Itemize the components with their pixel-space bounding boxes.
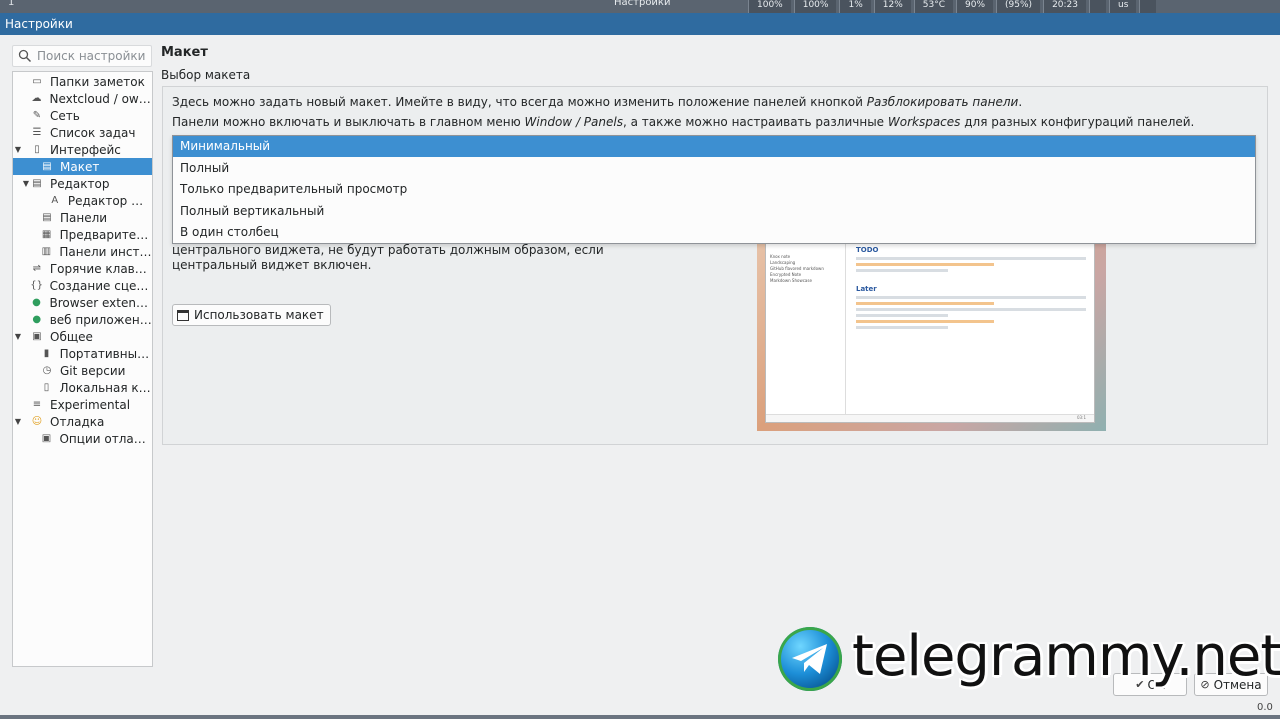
telegram-logo-icon xyxy=(778,627,842,691)
system-panel: 1 Настройки 100% 100% 1% 12% 53°C 90% (9… xyxy=(0,0,1280,13)
layout-icon: ▤ xyxy=(42,161,52,172)
sidebar-item-toolbars[interactable]: ▥ Панели инстр... xyxy=(13,243,152,260)
preview-note-body: TODO Later xyxy=(856,246,1086,332)
layout-info-text: центрального виджета, не будут работать … xyxy=(172,243,604,272)
general-icon: ▣ xyxy=(32,331,42,342)
trash-icon: ▯ xyxy=(43,382,50,393)
settings-tree[interactable]: ▭ Папки заметок ☁ Nextcloud / own... ✎ С… xyxy=(12,71,153,667)
sidebar-item-experimental[interactable]: ≡ Experimental xyxy=(13,396,152,413)
sidebar-item-portable[interactable]: ▮ Портативный... xyxy=(13,345,152,362)
cloud-icon: ☁ xyxy=(31,93,42,104)
tray-clock[interactable]: 20:23 xyxy=(1043,0,1086,13)
layout-option-full-vertical[interactable]: Полный вертикальный xyxy=(173,201,1255,222)
settings-search[interactable] xyxy=(12,45,152,67)
tray-memory[interactable]: 12% xyxy=(873,0,911,13)
preview-window: Knox note Landscaping GitHub flavored ma… xyxy=(765,243,1095,423)
tray-volume[interactable]: 100% xyxy=(748,0,791,13)
sidebar-item-task-list[interactable]: ☰ Список задач xyxy=(13,124,152,141)
sidebar-item-web-app[interactable]: ● веб приложение xyxy=(13,311,152,328)
preview-status-bar: 03:1 xyxy=(766,414,1094,422)
preview-note-list: Knox note Landscaping GitHub flavored ma… xyxy=(766,244,846,414)
folder-icon: ▭ xyxy=(32,76,42,87)
interface-icon: ▯ xyxy=(34,144,40,155)
layout-description: Здесь можно задать новый макет. Имейте в… xyxy=(172,95,1023,109)
preview-icon: ▦ xyxy=(41,229,52,240)
toolbar-icon: ▥ xyxy=(41,246,52,257)
sidebar-item-interface[interactable]: ▼ ▯ Интерфейс xyxy=(13,141,152,158)
search-input[interactable] xyxy=(37,48,149,64)
tray-brightness[interactable]: 100% xyxy=(793,0,837,13)
corner-text: 0.0 xyxy=(1257,702,1273,713)
shortcuts-icon: ⇌ xyxy=(32,263,41,274)
workspace-number[interactable]: 1 xyxy=(8,0,14,8)
sidebar-item-scripting[interactable]: {} Создание сцен... xyxy=(13,277,152,294)
tray-wifi[interactable]: (95%) xyxy=(996,0,1041,13)
debug-options-icon: ▣ xyxy=(41,433,52,444)
tray-battery[interactable]: 90% xyxy=(956,0,994,13)
sidebar-item-editor[interactable]: ▼ ▤ Редактор xyxy=(13,175,152,192)
layout-option-single-column[interactable]: В один столбец xyxy=(173,222,1255,243)
bottom-panel-strip xyxy=(0,715,1280,719)
sidebar-item-shortcuts[interactable]: ⇌ Горячие клави... xyxy=(13,260,152,277)
debug-icon: ☺ xyxy=(31,416,43,427)
window-titlebar[interactable]: Настройки xyxy=(0,13,1280,35)
task-list-icon: ☰ xyxy=(32,127,42,138)
sidebar-item-editor-fonts[interactable]: A Редактор ш... xyxy=(13,192,152,209)
panels-icon: ▤ xyxy=(42,212,52,223)
use-layout-button[interactable]: Использовать макет xyxy=(172,304,331,326)
sidebar-item-panels[interactable]: ▤ Панели xyxy=(13,209,152,226)
portable-icon: ▮ xyxy=(43,348,50,359)
panels-description: Панели можно включать и выключать в глав… xyxy=(172,115,1195,129)
sidebar-item-debug-options[interactable]: ▣ Опции отладки xyxy=(13,430,152,447)
window-title: Настройки xyxy=(5,17,73,31)
layout-option-preview-only[interactable]: Только предварительный просмотр xyxy=(173,179,1255,200)
layout-preview-image: Knox note Landscaping GitHub flavored ma… xyxy=(757,243,1106,431)
page-title: Макет xyxy=(161,45,208,60)
active-window-title[interactable]: Настройки xyxy=(614,0,670,8)
tray-temperature[interactable]: 53°C xyxy=(913,0,954,13)
sidebar-item-general[interactable]: ▼ ▣ Общее xyxy=(13,328,152,345)
tray-cpu[interactable]: 1% xyxy=(839,0,871,13)
experimental-icon: ≡ xyxy=(32,399,42,410)
window-icon xyxy=(177,309,189,321)
layout-select-dropdown[interactable]: Минимальный Полный Только предварительны… xyxy=(172,135,1256,244)
sidebar-item-preview[interactable]: ▦ Предварител... xyxy=(13,226,152,243)
chevron-down-icon[interactable]: ▼ xyxy=(13,417,23,426)
sidebar-item-network[interactable]: ✎ Сеть xyxy=(13,107,152,124)
sidebar-item-local-trash[interactable]: ▯ Локальная ко... xyxy=(13,379,152,396)
layout-option-full[interactable]: Полный xyxy=(173,158,1255,179)
sidebar-item-nextcloud[interactable]: ☁ Nextcloud / own... xyxy=(13,90,152,107)
system-tray: 100% 100% 1% 12% 53°C 90% (95%) 20:23 us xyxy=(748,0,1159,13)
chevron-down-icon[interactable]: ▼ xyxy=(13,332,23,341)
tray-bluetooth[interactable] xyxy=(1089,0,1106,13)
sidebar-item-debug[interactable]: ▼ ☺ Отладка xyxy=(13,413,152,430)
search-icon xyxy=(18,49,32,63)
tray-keyboard-layout[interactable]: us xyxy=(1109,0,1137,13)
clock-icon: ◷ xyxy=(42,365,52,376)
group-title: Выбор макета xyxy=(161,68,251,82)
watermark-text: telegrammy.net xyxy=(852,624,1280,689)
tray-power[interactable] xyxy=(1139,0,1157,13)
globe-icon: ● xyxy=(32,314,42,325)
font-icon: A xyxy=(51,195,59,206)
sidebar-item-git-versions[interactable]: ◷ Git версии xyxy=(13,362,152,379)
layout-option-minimal[interactable]: Минимальный xyxy=(173,136,1255,157)
chevron-down-icon[interactable]: ▼ xyxy=(21,179,31,188)
sidebar-item-browser-extension[interactable]: ● Browser extensi... xyxy=(13,294,152,311)
sidebar-item-layout[interactable]: ▤ Макет xyxy=(13,158,152,175)
script-icon: {} xyxy=(30,280,44,291)
editor-icon: ▤ xyxy=(32,178,42,189)
globe-icon: ● xyxy=(32,297,41,308)
sidebar-item-note-folders[interactable]: ▭ Папки заметок xyxy=(13,73,152,90)
chevron-down-icon[interactable]: ▼ xyxy=(13,145,23,154)
network-icon: ✎ xyxy=(32,110,42,121)
